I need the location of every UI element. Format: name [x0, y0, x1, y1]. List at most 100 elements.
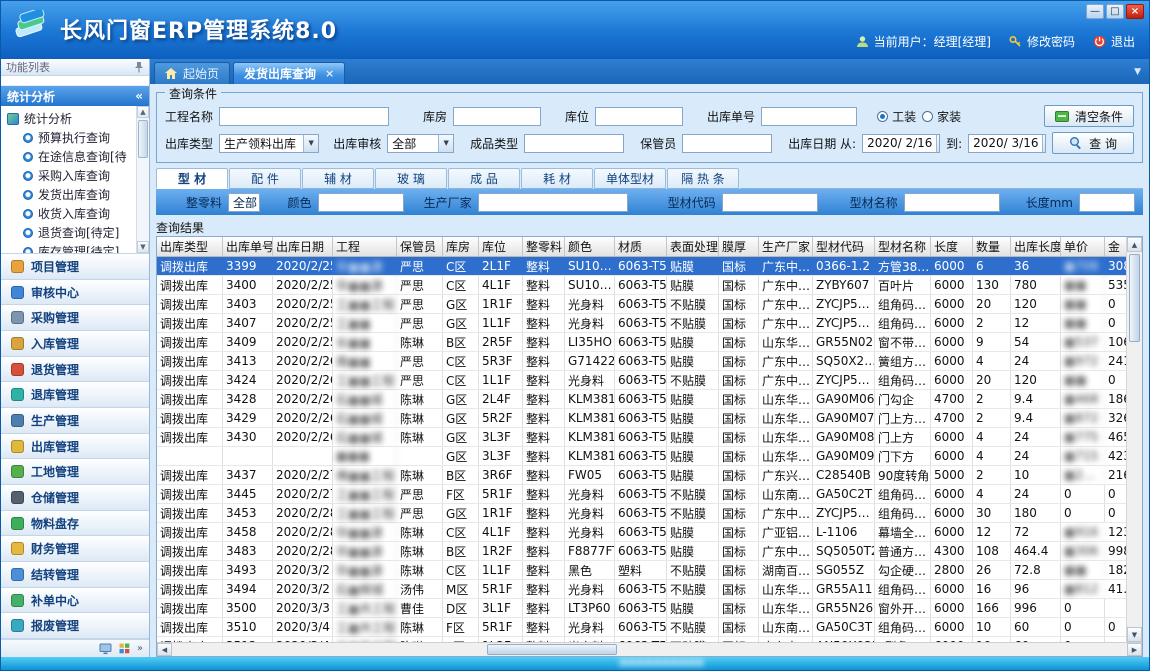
- audit-select[interactable]: 全部 ▼: [387, 134, 454, 153]
- column-header[interactable]: 长度: [931, 237, 973, 256]
- table-horizontal-scrollbar[interactable]: ◀ ▶: [157, 642, 1142, 656]
- material-tab[interactable]: 辅 材: [302, 168, 374, 189]
- tab-start-page[interactable]: 起始页: [154, 62, 230, 84]
- material-tab[interactable]: 单体型材: [594, 168, 666, 189]
- column-header[interactable]: 生产厂家: [759, 237, 813, 256]
- column-header[interactable]: 材质: [615, 237, 667, 256]
- table-row[interactable]: 调拨出库35102020/3/4工▦共工程陈琳F区5R1F整料光身料6063-T…: [157, 618, 1126, 637]
- column-header[interactable]: 工程: [333, 237, 397, 256]
- column-header[interactable]: 整零料: [523, 237, 565, 256]
- sidebar-module[interactable]: 项目管理: [1, 254, 149, 280]
- table-row[interactable]: 调拨出库34582020/2/28华▦▦源陈琳C区4L1F整料光身料6063-T…: [157, 523, 1126, 542]
- radio-home-decor[interactable]: 家装: [922, 108, 961, 125]
- radio-workwear[interactable]: 工装: [877, 108, 916, 125]
- length-input[interactable]: [1079, 193, 1135, 212]
- scrollbar-thumb[interactable]: [487, 644, 617, 655]
- collapse-icon[interactable]: «: [135, 89, 143, 103]
- manufacturer-input[interactable]: [478, 193, 628, 212]
- date-to-picker[interactable]: 2020/ 3/16 ▼: [968, 134, 1046, 153]
- tree-root[interactable]: 统计分析: [7, 109, 136, 128]
- material-tab[interactable]: 成 品: [448, 168, 520, 189]
- profile-name-input[interactable]: [904, 193, 1000, 212]
- column-header[interactable]: 数量: [973, 237, 1011, 256]
- column-header[interactable]: 保管员: [397, 237, 443, 256]
- project-name-input[interactable]: [219, 107, 389, 126]
- material-tab[interactable]: 耗 材: [521, 168, 593, 189]
- profile-code-input[interactable]: [722, 193, 818, 212]
- sidebar-module[interactable]: 入库管理: [1, 331, 149, 357]
- column-header[interactable]: 单价: [1061, 237, 1105, 256]
- scroll-up-icon[interactable]: ▲: [137, 106, 149, 118]
- sidebar-module[interactable]: 补单中心: [1, 588, 149, 614]
- sidebar-module[interactable]: 采购管理: [1, 305, 149, 331]
- sidebar-module[interactable]: 工地管理: [1, 459, 149, 485]
- table-row[interactable]: 调拨出库34092020/2/25长▦▦陈琳B区2R5F整料LI35HO6063…: [157, 333, 1126, 352]
- tree-item[interactable]: 库存管理[待定]: [7, 242, 136, 254]
- table-row[interactable]: 调拨出库34242020/2/26工▦▦工程严思C区1L1F整料光身料6063-…: [157, 371, 1126, 390]
- change-password-link[interactable]: 修改密码: [1009, 33, 1075, 50]
- scroll-down-icon[interactable]: ▼: [137, 241, 149, 253]
- scrollbar-thumb[interactable]: [138, 120, 148, 158]
- chevron-down-icon[interactable]: ▼: [438, 135, 453, 152]
- table-row[interactable]: 调拨出库34532020/2/28工▦▦工程严思G区1R1F整料光身料6063-…: [157, 504, 1126, 523]
- table-row[interactable]: 调拨出库34832020/2/28华▦▦源陈琳B区1R2F整料F8877FT60…: [157, 542, 1126, 561]
- color-input[interactable]: [318, 193, 404, 212]
- product-type-input[interactable]: [524, 134, 624, 153]
- location-input[interactable]: [595, 107, 683, 126]
- sidebar-module[interactable]: 退货管理: [1, 357, 149, 383]
- column-header[interactable]: 型材代码: [813, 237, 875, 256]
- chevron-down-icon[interactable]: ▼: [936, 135, 940, 152]
- table-row[interactable]: ▦▦▦G区3L3F整料KLM38176063-T5贴膜国标山东华…GA90M09…: [157, 447, 1126, 466]
- tree-item[interactable]: 预算执行查询: [7, 128, 136, 147]
- chevron-down-icon[interactable]: ▼: [1042, 135, 1046, 152]
- warehouse-input[interactable]: [453, 107, 541, 126]
- tree-item[interactable]: 退货查询[待定]: [7, 223, 136, 242]
- clear-conditions-button[interactable]: 清空条件: [1044, 105, 1134, 127]
- table-row[interactable]: 调拨出库34032020/2/25工▦▦工程严思G区1R1F整料光身料6063-…: [157, 295, 1126, 314]
- column-header[interactable]: 出库单号: [223, 237, 273, 256]
- table-row[interactable]: 调拨出库34302020/2/26石▦▦城陈琳G区3L3F整料KLM381760…: [157, 428, 1126, 447]
- out-type-select[interactable]: 生产领料出库 ▼: [219, 134, 319, 153]
- order-no-input[interactable]: [761, 107, 857, 126]
- table-row[interactable]: 调拨出库34292020/2/26石▦▦城陈琳G区5R2F整料KLM381760…: [157, 409, 1126, 428]
- column-header[interactable]: 出库长度: [1011, 237, 1061, 256]
- sidebar-section-header[interactable]: 统计分析 «: [1, 86, 149, 106]
- table-vertical-scrollbar[interactable]: ▲ ▼: [1126, 237, 1142, 642]
- scroll-down-icon[interactable]: ▼: [1127, 627, 1142, 642]
- sidebar-module[interactable]: 生产管理: [1, 408, 149, 434]
- column-header[interactable]: 表面处理: [667, 237, 719, 256]
- column-header[interactable]: 库位: [479, 237, 523, 256]
- table-row[interactable]: 调拨出库33992020/2/25华▦▦源严思C区2L1F整料SU10…6063…: [157, 257, 1126, 276]
- minimize-button[interactable]: —: [1086, 4, 1104, 19]
- table-row[interactable]: 调拨出库34372020/2/27佛▦▦工程陈琳B区3R6F整料FW056063…: [157, 466, 1126, 485]
- sidebar-module[interactable]: 退库管理: [1, 382, 149, 408]
- column-header[interactable]: 出库日期: [273, 237, 333, 256]
- table-row[interactable]: 调拨出库34452020/2/27工▦▦工程严思F区5R1F整料光身料6063-…: [157, 485, 1126, 504]
- sidebar-module[interactable]: 报废管理: [1, 613, 149, 639]
- sidebar-module[interactable]: 物料盘存: [1, 511, 149, 537]
- more-modules-chevrons[interactable]: »: [137, 643, 143, 654]
- pin-icon[interactable]: [134, 61, 144, 73]
- table-row[interactable]: 调拨出库35002020/3/3工▦共工程曹佳D区3L1F整料LT3P60606…: [157, 599, 1126, 618]
- column-header[interactable]: 型材名称: [875, 237, 931, 256]
- tree-item[interactable]: 采购入库查询: [7, 166, 136, 185]
- tab-shipping-out-query[interactable]: 发货出库查询 ×: [233, 62, 345, 84]
- sidebar-module[interactable]: 结转管理: [1, 562, 149, 588]
- material-tab[interactable]: 玻 璃: [375, 168, 447, 189]
- table-row[interactable]: 调拨出库34072020/2/25工▦▦严思G区1L1F整料光身料6063-T5…: [157, 314, 1126, 333]
- maximize-button[interactable]: □: [1106, 4, 1124, 19]
- scrollbar-thumb[interactable]: [1129, 254, 1140, 342]
- scroll-left-icon[interactable]: ◀: [157, 643, 172, 656]
- sidebar-module[interactable]: 出库管理: [1, 434, 149, 460]
- column-header[interactable]: 颜色: [565, 237, 615, 256]
- close-button[interactable]: ×: [1126, 4, 1144, 19]
- tree-item[interactable]: 收货入库查询: [7, 204, 136, 223]
- column-header[interactable]: 库房: [443, 237, 479, 256]
- table-row[interactable]: 调拨出库34282020/2/26石▦▦城陈琳G区2L4F整料KLM381760…: [157, 390, 1126, 409]
- table-row[interactable]: 调拨出库34942020/3/2石▦辉城汤伟M区5R1F整料光身料6063-T5…: [157, 580, 1126, 599]
- tab-list-caret-icon[interactable]: ▼: [1134, 67, 1141, 77]
- tab-close-icon[interactable]: ×: [325, 67, 334, 80]
- tree-item[interactable]: 在途信息查询[待: [7, 147, 136, 166]
- query-button[interactable]: 查 询: [1052, 132, 1134, 154]
- column-header[interactable]: 膜厚: [719, 237, 759, 256]
